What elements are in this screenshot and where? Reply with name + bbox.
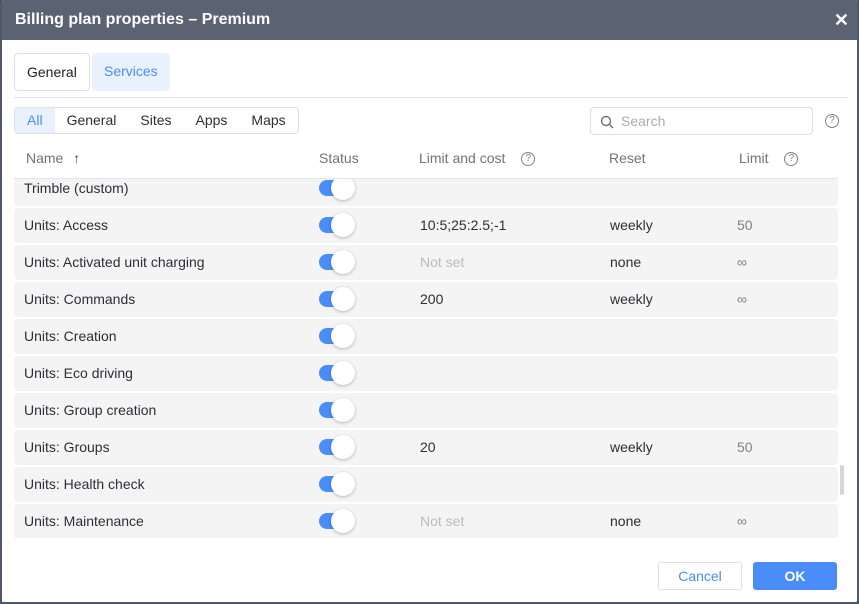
service-name: Units: Health check (24, 476, 145, 492)
limit-value: 50 (737, 439, 753, 455)
status-toggle[interactable] (319, 213, 355, 237)
divider (14, 97, 848, 98)
service-name: Units: Access (24, 217, 109, 233)
column-reset: Reset (609, 150, 646, 166)
limit-value: ∞ (737, 254, 747, 270)
status-toggle[interactable] (319, 435, 355, 459)
reset-period: weekly (610, 217, 653, 233)
column-limit: Limit ? (739, 150, 799, 167)
column-name-label: Name (26, 150, 64, 166)
service-name: Units: Groups (24, 439, 110, 455)
dialog-title: Billing plan properties – Premium (15, 11, 271, 28)
status-toggle[interactable] (319, 398, 355, 422)
table-row[interactable]: Units: Health check (14, 467, 838, 502)
table-row[interactable]: Units: Eco driving (14, 356, 838, 391)
dialog-title-bar: Billing plan properties – Premium ✕ (2, 0, 857, 40)
ok-button[interactable]: OK (753, 562, 837, 590)
limit-value: 50 (737, 217, 753, 233)
status-toggle[interactable] (319, 250, 355, 274)
status-toggle[interactable] (319, 361, 355, 385)
limit-cost: Not set (420, 254, 465, 270)
table-row[interactable]: Trimble (custom) (14, 179, 838, 206)
billing-plan-dialog: Billing plan properties – Premium ✕ Gene… (0, 0, 859, 604)
cancel-button[interactable]: Cancel (658, 562, 742, 590)
sort-asc-icon: ↑ (73, 150, 81, 166)
service-name: Trimble (custom) (24, 180, 129, 196)
status-toggle[interactable] (319, 509, 355, 533)
limit-cost: Not set (420, 513, 465, 529)
filter-all[interactable]: All (15, 108, 55, 133)
limit-cost: 200 (420, 291, 444, 307)
limit-cost: 10:5;25:2.5;-1 (420, 217, 507, 233)
table-row[interactable]: Units: Creation (14, 319, 838, 354)
table-row[interactable]: Units: Group creation (14, 393, 838, 428)
reset-period: none (610, 513, 642, 529)
service-name: Units: Activated unit charging (24, 254, 205, 270)
reset-period: weekly (610, 291, 653, 307)
column-status: Status (319, 150, 359, 166)
table-row[interactable]: Units: Groups 20 weekly 50 (14, 430, 838, 465)
service-name: Units: Maintenance (24, 513, 144, 529)
table-row[interactable]: Units: Maintenance Not set none ∞ (14, 504, 838, 538)
search-help-icon[interactable]: ? (825, 114, 839, 128)
limit-value: ∞ (737, 513, 747, 529)
service-name: Units: Group creation (24, 402, 157, 418)
scrollbar[interactable] (840, 465, 844, 495)
help-icon[interactable]: ? (521, 152, 536, 167)
table-row[interactable]: Units: Access 10:5;25:2.5;-1 weekly 50 (14, 208, 838, 243)
column-limit-label: Limit (739, 150, 769, 166)
filter-maps[interactable]: Maps (239, 108, 297, 133)
status-toggle[interactable] (319, 324, 355, 348)
search-icon (600, 115, 614, 129)
filter-sites[interactable]: Sites (128, 108, 183, 133)
filter-general[interactable]: General (55, 108, 129, 133)
service-name: Units: Eco driving (24, 365, 133, 381)
services-list: Trimble (custom) Units: Access 10:5;25:2… (14, 179, 838, 538)
reset-period: weekly (610, 439, 653, 455)
search-input[interactable]: Search (590, 107, 813, 135)
reset-period: none (610, 254, 642, 270)
service-name: Units: Commands (24, 291, 136, 307)
limit-value: ∞ (737, 291, 747, 307)
search-placeholder: Search (621, 113, 666, 129)
table-row[interactable]: Units: Activated unit charging Not set n… (14, 245, 838, 280)
category-filter: All General Sites Apps Maps (14, 107, 299, 134)
limit-cost: 20 (420, 439, 436, 455)
status-toggle[interactable] (319, 179, 355, 200)
column-name[interactable]: Name ↑ (26, 150, 80, 166)
tab-general[interactable]: General (14, 53, 90, 91)
close-icon[interactable]: ✕ (834, 0, 849, 40)
column-limit-cost-label: Limit and cost (419, 150, 506, 166)
status-toggle[interactable] (319, 287, 355, 311)
help-icon[interactable]: ? (784, 152, 799, 167)
table-row[interactable]: Units: Commands 200 weekly ∞ (14, 282, 838, 317)
filter-apps[interactable]: Apps (184, 108, 240, 133)
service-name: Units: Creation (24, 328, 117, 344)
tab-services[interactable]: Services (92, 53, 170, 91)
column-limit-cost: Limit and cost ? (419, 150, 536, 167)
status-toggle[interactable] (319, 472, 355, 496)
